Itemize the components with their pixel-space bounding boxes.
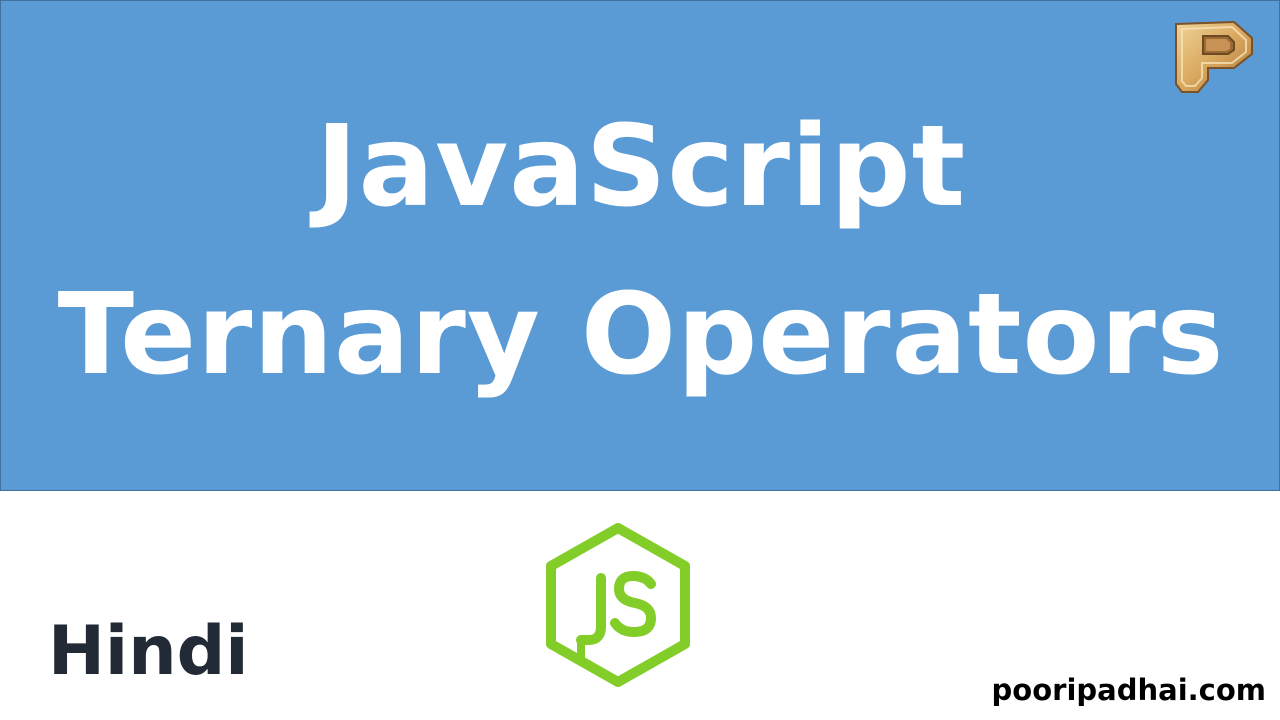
title-line-1: JavaScript bbox=[315, 102, 967, 232]
thumbnail-slide: JavaScript Ternary Operators Hindi poori… bbox=[0, 0, 1280, 720]
title-line-2: Ternary Operators bbox=[57, 270, 1225, 400]
letter-p-logo-icon bbox=[1172, 18, 1256, 96]
language-label: Hindi bbox=[48, 612, 249, 691]
nodejs-hexagon-icon bbox=[543, 522, 693, 688]
title-banner: JavaScript Ternary Operators bbox=[0, 0, 1280, 491]
website-label: pooripadhai.com bbox=[991, 673, 1266, 707]
